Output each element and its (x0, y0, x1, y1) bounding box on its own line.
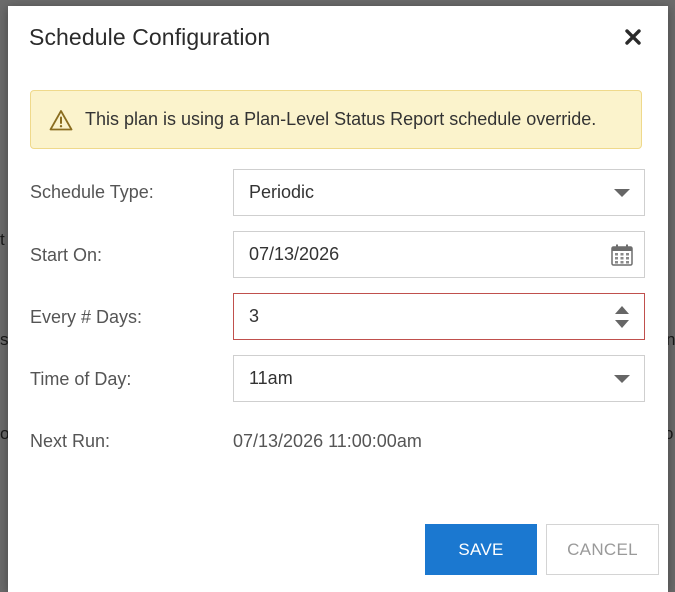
override-warning-alert: This plan is using a Plan-Level Status R… (30, 90, 642, 149)
start-on-date-field[interactable]: 07/13/2026 (233, 231, 645, 278)
cancel-button[interactable]: CANCEL (546, 524, 659, 575)
close-icon (625, 29, 641, 45)
stepper-down-icon (615, 319, 629, 328)
stepper-up-icon (615, 305, 629, 314)
next-run-value: 07/13/2026 11:00:00am (233, 431, 422, 451)
number-stepper[interactable] (600, 294, 644, 339)
chevron-down-icon[interactable] (600, 170, 644, 215)
schedule-configuration-dialog: Schedule Configuration This plan is usin… (8, 6, 668, 592)
close-button[interactable] (622, 24, 644, 50)
every-days-number-field[interactable] (233, 293, 645, 340)
time-of-day-dropdown[interactable]: 11am (233, 355, 645, 402)
time-of-day-value: 11am (249, 368, 293, 388)
start-on-value: 07/13/2026 (249, 244, 340, 264)
calendar-icon[interactable] (600, 232, 644, 277)
alert-message: This plan is using a Plan-Level Status R… (85, 109, 597, 129)
schedule-type-dropdown[interactable]: Periodic (233, 169, 645, 216)
time-of-day-label: Time of Day: (30, 369, 132, 389)
warning-triangle-icon (49, 108, 75, 132)
dialog-title: Schedule Configuration (29, 24, 271, 50)
chevron-down-icon[interactable] (600, 356, 644, 401)
next-run-label: Next Run: (30, 431, 111, 451)
schedule-type-label: Schedule Type: (30, 182, 154, 202)
save-button[interactable]: SAVE (425, 524, 537, 575)
every-days-input[interactable] (249, 306, 600, 327)
start-on-label: Start On: (30, 245, 103, 265)
every-days-label: Every # Days: (30, 307, 143, 327)
schedule-type-value: Periodic (249, 182, 315, 202)
